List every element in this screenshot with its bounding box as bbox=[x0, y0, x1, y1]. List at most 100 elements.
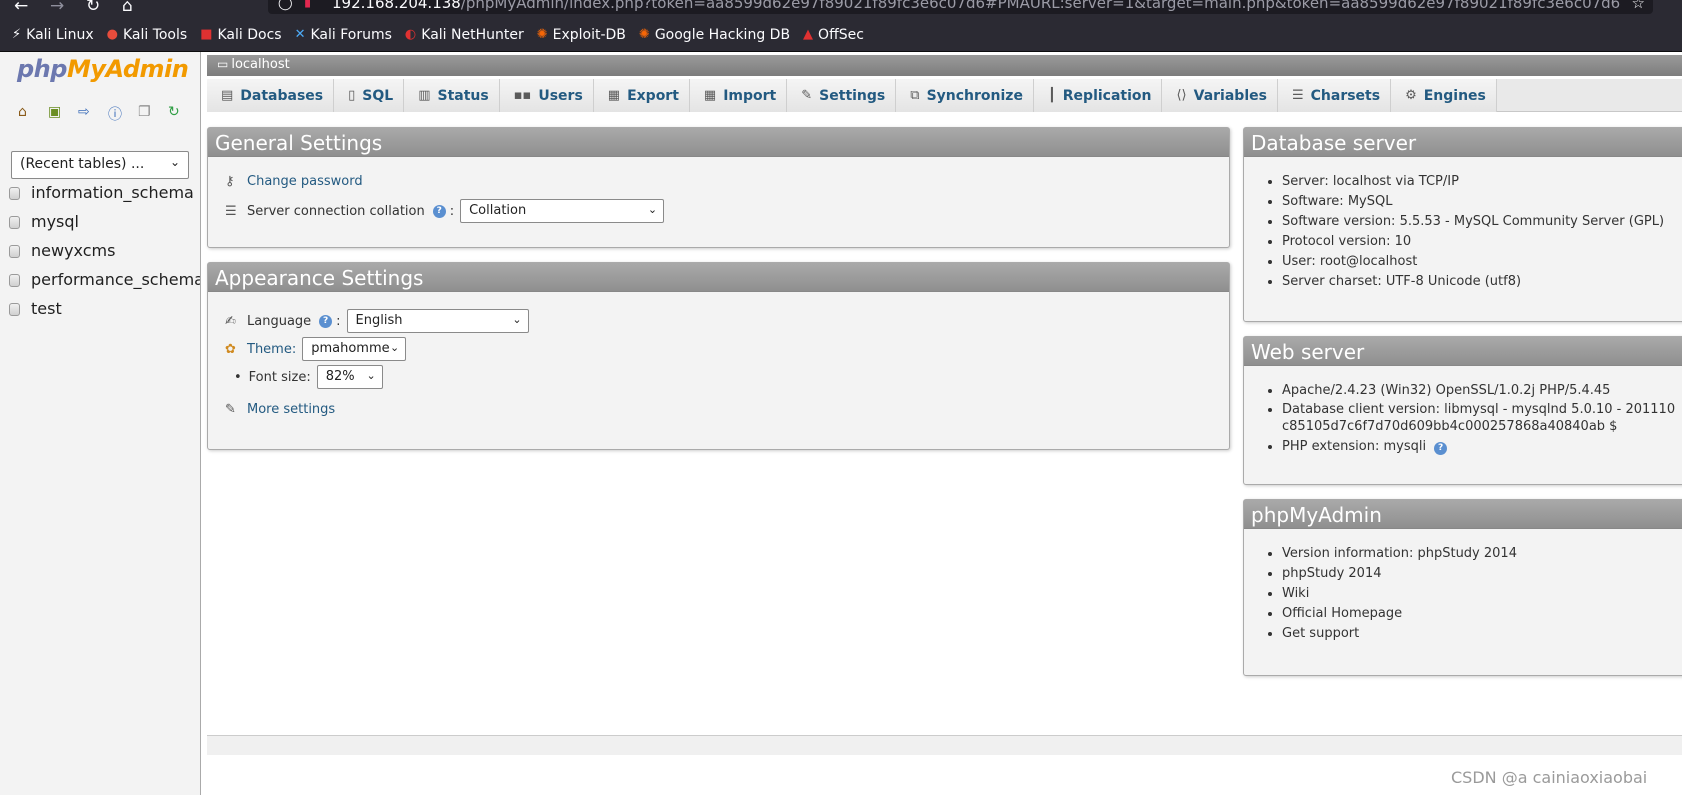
change-password-link[interactable]: Change password bbox=[247, 174, 363, 189]
import-icon: ▦ bbox=[703, 88, 717, 103]
list-icon: ☰ bbox=[225, 203, 237, 219]
phpmyadmin-logo[interactable]: phpMyAdmin bbox=[17, 55, 189, 83]
list-item: Server: localhost via TCP/IP bbox=[1282, 172, 1664, 192]
server-breadcrumb[interactable]: ▭ localhost bbox=[207, 55, 1682, 76]
insecure-lock-icon[interactable]: ▮ bbox=[304, 0, 311, 10]
help-icon[interactable]: ? bbox=[1434, 442, 1448, 455]
help-icon[interactable]: ? bbox=[319, 314, 333, 328]
database-list: information_schema mysql newyxcms perfor… bbox=[0, 179, 200, 324]
home-icon[interactable]: ⌂ bbox=[18, 104, 48, 124]
theme-select[interactable]: pmahomme ⌄ bbox=[302, 337, 407, 361]
theme-link[interactable]: Theme: bbox=[247, 342, 296, 357]
tab-synchronize[interactable]: ⧉ Synchronize bbox=[896, 79, 1034, 112]
database-item[interactable]: mysql bbox=[0, 208, 200, 237]
kali-forums-icon: ✕ bbox=[294, 27, 306, 42]
database-icon bbox=[9, 216, 20, 229]
panel-title: phpMyAdmin bbox=[1244, 500, 1682, 529]
list-item: Apache/2.4.23 (Win32) OpenSSL/1.0.2j PHP… bbox=[1282, 381, 1675, 401]
ghdb-icon: ✺ bbox=[638, 27, 650, 42]
nav-buttons: ← → ↻ ⌂ bbox=[14, 0, 158, 16]
list-item: User: root@localhost bbox=[1282, 252, 1664, 272]
shield-icon[interactable]: ◯ bbox=[278, 0, 293, 11]
recent-tables-select[interactable]: (Recent tables) ... ⌄ bbox=[11, 151, 189, 179]
database-server-info: Server: localhost via TCP/IP Software: M… bbox=[1282, 172, 1664, 292]
back-icon[interactable]: ← bbox=[14, 0, 50, 16]
logout-icon[interactable]: ▣ bbox=[48, 104, 78, 124]
bottom-bar bbox=[207, 735, 1682, 755]
bookmark-google-hacking-db[interactable]: ✺ Google Hacking DB bbox=[639, 27, 790, 43]
font-size-select[interactable]: 82% ⌄ bbox=[316, 365, 383, 389]
bookmark-kali-docs[interactable]: ■ Kali Docs bbox=[200, 27, 281, 43]
database-server-panel: Database server Server: localhost via TC… bbox=[1243, 127, 1682, 322]
tab-engines[interactable]: ⚙ Engines bbox=[1391, 79, 1497, 112]
offsec-icon: ▲ bbox=[803, 27, 814, 42]
wiki-link[interactable]: Wiki bbox=[1282, 584, 1517, 604]
bookmarks-bar: ⚡ Kali Linux ● Kali Tools ■ Kali Docs ✕ Kali… bbox=[0, 18, 1682, 52]
url-bar[interactable]: ◯ ▮ 192.168.204.138/phpMyAdmin/index.php… bbox=[268, 0, 1653, 14]
theme-row: ✿ Theme: pmahomme ⌄ bbox=[225, 337, 407, 361]
kali-dragon-icon: ⚡ bbox=[12, 27, 22, 42]
database-item[interactable]: performance_schema bbox=[0, 266, 200, 295]
collation-select[interactable]: Collation ⌄ bbox=[460, 199, 665, 223]
tab-replication[interactable]: ┃ Replication bbox=[1033, 79, 1163, 112]
reload-icon[interactable]: ↻ bbox=[86, 0, 122, 16]
tab-charsets[interactable]: ☰ Charsets bbox=[1277, 79, 1392, 112]
chevron-down-icon: ⌄ bbox=[390, 341, 400, 354]
bookmark-star-icon[interactable]: ☆ bbox=[1632, 0, 1645, 12]
home-icon[interactable]: ⌂ bbox=[122, 0, 158, 16]
server-icon: ▭ bbox=[217, 57, 229, 71]
top-menu-tabs: ▤ Databases ▯ SQL ▥ Status ▪▪ Users ▦ Export … bbox=[207, 79, 1682, 112]
kali-tools-icon: ● bbox=[106, 27, 118, 42]
more-settings-link[interactable]: More settings bbox=[247, 402, 335, 417]
panel-title: Web server bbox=[1244, 337, 1682, 366]
tab-databases[interactable]: ▤ Databases bbox=[207, 79, 335, 112]
list-item: Software version: 5.5.53 - MySQL Communi… bbox=[1282, 212, 1664, 232]
language-select[interactable]: English ⌄ bbox=[346, 309, 529, 333]
tab-export[interactable]: ▦ Export bbox=[593, 79, 690, 112]
tab-variables[interactable]: ⟨⟩ Variables bbox=[1162, 79, 1278, 112]
documentation-icon[interactable]: ❐ bbox=[138, 104, 168, 124]
version-info: Version information: phpStudy 2014 bbox=[1282, 544, 1517, 564]
official-homepage-link[interactable]: Official Homepage bbox=[1282, 604, 1517, 624]
sql-icon: ▯ bbox=[348, 88, 356, 103]
database-item[interactable]: test bbox=[0, 295, 200, 324]
phpstudy-link[interactable]: phpStudy 2014 bbox=[1282, 564, 1517, 584]
tab-sql[interactable]: ▯ SQL bbox=[334, 79, 405, 112]
wrench-icon: ✎ bbox=[801, 88, 813, 103]
collation-row: ☰ Server connection collation ?: Collatio… bbox=[225, 199, 665, 223]
database-item[interactable]: newyxcms bbox=[0, 237, 200, 266]
tab-users[interactable]: ▪▪ Users bbox=[499, 79, 594, 112]
users-icon: ▪▪ bbox=[513, 88, 532, 103]
bookmark-kali-linux[interactable]: ⚡ Kali Linux bbox=[12, 27, 94, 43]
more-settings-row: ✎ More settings bbox=[225, 402, 335, 417]
get-support-link[interactable]: Get support bbox=[1282, 624, 1517, 644]
query-window-icon[interactable]: ⇨ bbox=[78, 104, 108, 124]
synchronize-icon: ⧉ bbox=[910, 88, 920, 103]
database-item[interactable]: information_schema bbox=[0, 179, 200, 208]
browser-toolbar: ← → ↻ ⌂ ◯ ▮ 192.168.204.138/phpMyAdmin/inde… bbox=[0, 0, 1682, 18]
forward-icon[interactable]: → bbox=[50, 0, 86, 16]
tab-settings[interactable]: ✎ Settings bbox=[787, 79, 897, 112]
quick-links: ⌂ ▣ ⇨ ⓘ ❐ ↻ bbox=[18, 104, 198, 124]
list-item: Database client version: libmysql - mysq… bbox=[1282, 401, 1675, 437]
bookmark-kali-forums[interactable]: ✕ Kali Forums bbox=[295, 27, 392, 43]
reload-navigation-icon[interactable]: ↻ bbox=[168, 104, 198, 124]
bookmark-exploit-db[interactable]: ✺ Exploit-DB bbox=[537, 27, 626, 43]
database-icon bbox=[9, 303, 20, 316]
change-password-row: ⚷ Change password bbox=[225, 174, 363, 189]
bookmark-offsec[interactable]: ▲ OffSec bbox=[803, 27, 864, 43]
help-icon[interactable]: ⓘ bbox=[108, 104, 138, 124]
web-server-info: Apache/2.4.23 (Win32) OpenSSL/1.0.2j PHP… bbox=[1282, 381, 1675, 457]
export-icon: ▦ bbox=[607, 88, 621, 103]
web-server-panel: Web server Apache/2.4.23 (Win32) OpenSSL… bbox=[1243, 336, 1682, 485]
tab-status[interactable]: ▥ Status bbox=[404, 79, 500, 112]
chevron-down-icon: ⌄ bbox=[512, 313, 522, 326]
bookmark-kali-tools[interactable]: ● Kali Tools bbox=[107, 27, 188, 43]
language-row: ✍ Language ?: English ⌄ bbox=[225, 309, 529, 333]
key-icon: ⚷ bbox=[225, 174, 235, 189]
bookmark-kali-nethunter[interactable]: ◐ Kali NetHunter bbox=[405, 27, 524, 43]
list-item: PHP extension: mysqli? bbox=[1282, 437, 1675, 457]
help-icon[interactable]: ? bbox=[432, 204, 446, 218]
tab-import[interactable]: ▦ Import bbox=[689, 79, 788, 112]
url-text[interactable]: 192.168.204.138/phpMyAdmin/index.php?tok… bbox=[332, 0, 1620, 12]
